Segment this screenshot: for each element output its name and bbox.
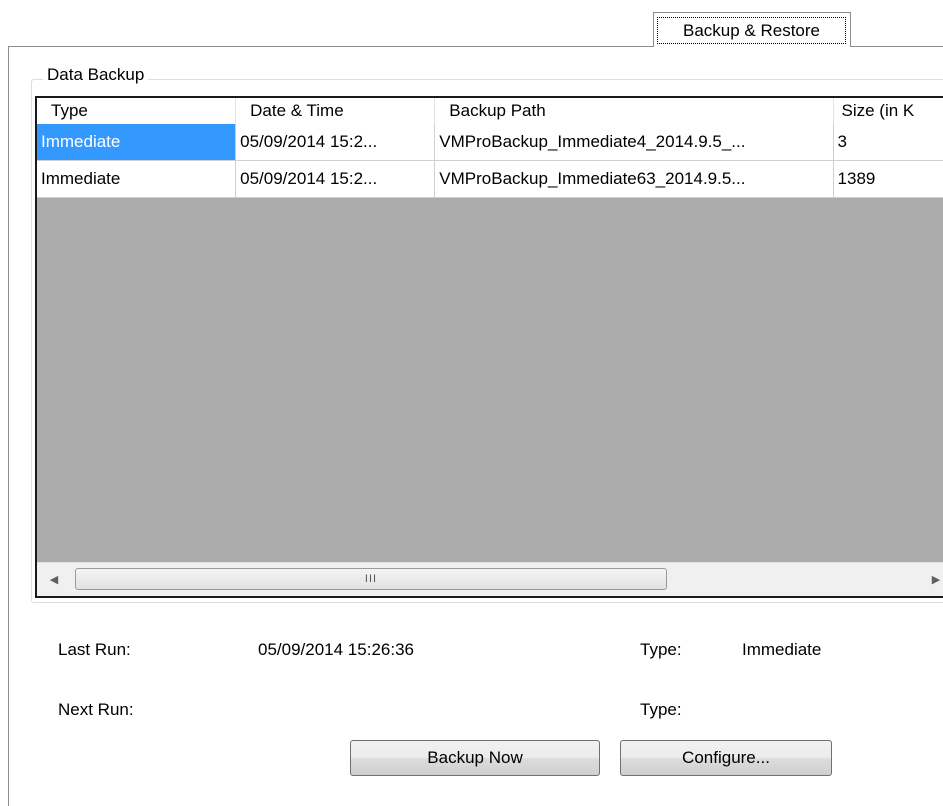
last-type-label: Type: [640,640,682,660]
last-run-value: 05/09/2014 15:26:36 [258,640,414,660]
list-rows: Immediate 05/09/2014 15:2... VMProBackup… [37,124,943,198]
column-header-date-time[interactable]: Date & Time [236,98,435,124]
next-run-label: Next Run: [58,700,134,720]
horizontal-scrollbar[interactable]: ◀ III ▶ [37,562,943,596]
configure-button[interactable]: Configure... [620,740,832,776]
scroll-right-arrow-icon[interactable]: ▶ [919,563,943,596]
scrollbar-thumb[interactable]: III [75,568,667,590]
column-header-backup-path[interactable]: Backup Path [435,98,833,124]
cell-backup-path[interactable]: VMProBackup_Immediate63_2014.9.5... [435,161,833,198]
cell-size[interactable]: 3 [834,124,943,161]
cell-type[interactable]: Immediate [37,161,236,198]
next-type-label: Type: [640,700,682,720]
scrollbar-grip-icon: III [365,573,377,585]
cell-date-time[interactable]: 05/09/2014 15:2... [236,161,435,198]
cell-date-time[interactable]: 05/09/2014 15:2... [236,124,435,161]
column-header-size[interactable]: Size (in K [834,98,943,124]
cell-backup-path[interactable]: VMProBackup_Immediate4_2014.9.5_... [435,124,833,161]
data-backup-group-title: Data Backup [43,65,148,85]
column-header-type[interactable]: Type [37,98,236,124]
last-type-value: Immediate [742,640,821,660]
tab-backup-restore-label: Backup & Restore [657,17,846,44]
cell-type[interactable]: Immediate [37,124,236,161]
table-row[interactable]: Immediate 05/09/2014 15:2... VMProBackup… [37,124,943,161]
list-header: Type Date & Time Backup Path Size (in K [37,98,943,124]
backup-list-view[interactable]: Type Date & Time Backup Path Size (in K … [35,96,943,598]
tab-backup-restore[interactable]: Backup & Restore [653,12,851,47]
last-run-label: Last Run: [58,640,131,660]
backup-now-button[interactable]: Backup Now [350,740,600,776]
scroll-left-arrow-icon[interactable]: ◀ [37,563,71,596]
cell-size[interactable]: 1389 [834,161,943,198]
table-row[interactable]: Immediate 05/09/2014 15:2... VMProBackup… [37,161,943,198]
